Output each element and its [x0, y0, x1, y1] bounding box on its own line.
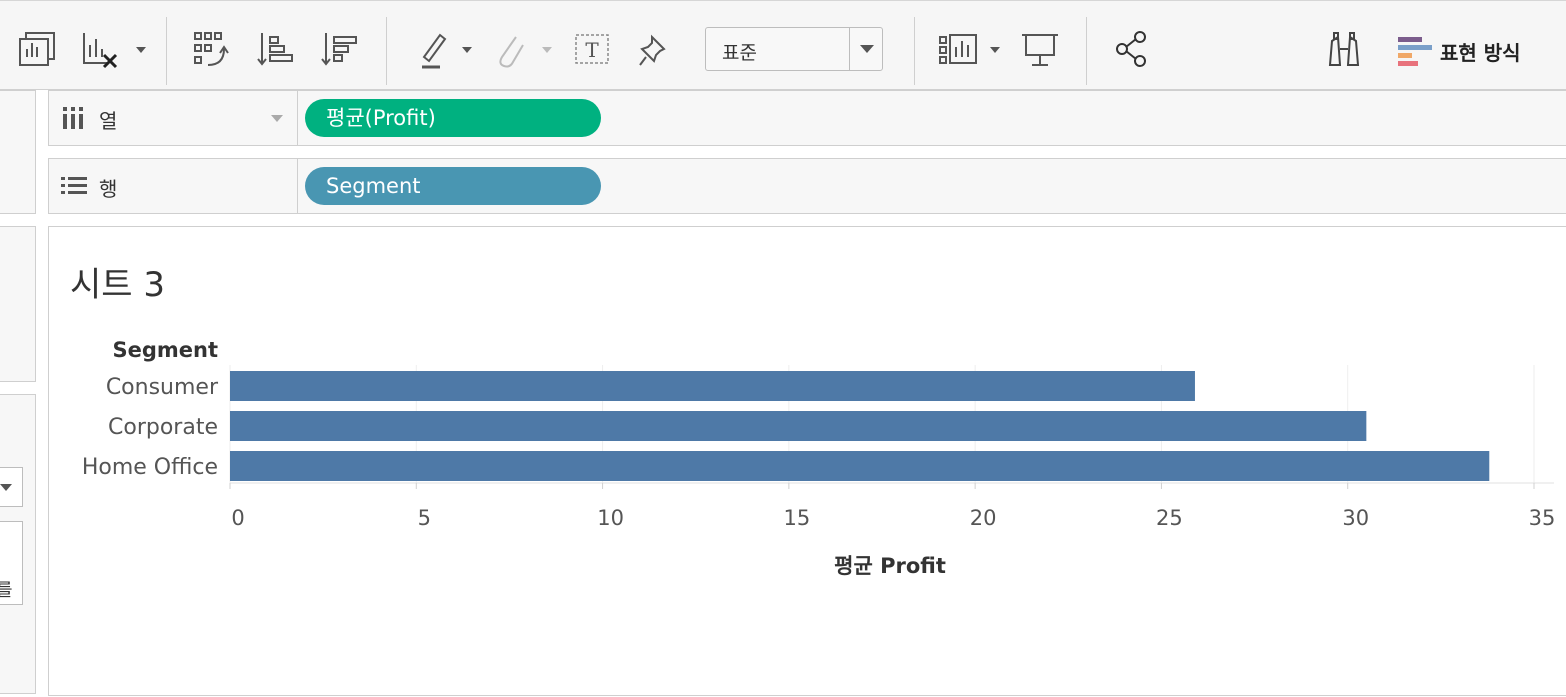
x-tick-label: 15 [783, 506, 810, 530]
x-tick-label: 35 [1529, 506, 1556, 530]
clear-dropdown-caret[interactable] [136, 47, 146, 53]
chevron-down-icon [860, 45, 874, 53]
category-label: Home Office [82, 455, 218, 480]
columns-icon [63, 107, 83, 129]
shelf-divider [297, 159, 298, 213]
category-label: Consumer [106, 375, 219, 400]
shelf-divider [297, 91, 298, 145]
highlight-dropdown-caret[interactable] [462, 47, 472, 53]
rows-shelf-label: 행 [99, 177, 118, 201]
left-panel-marks: 를 [0, 394, 36, 694]
category-label: Corporate [108, 415, 218, 440]
attach-icon [488, 27, 532, 71]
columns-shelf-label: 열 [99, 109, 118, 133]
show-me-icon [1398, 37, 1432, 66]
x-tick-label: 5 [418, 506, 431, 530]
share-icon[interactable] [1110, 27, 1154, 71]
toolbar-divider [166, 17, 167, 85]
marks-card-label: 를 [0, 576, 13, 602]
group-members-icon[interactable] [190, 27, 234, 71]
toolbar: T 표준 표현 방식 [0, 0, 1566, 90]
sort-descending-icon[interactable] [318, 27, 362, 71]
chevron-down-icon [0, 484, 12, 491]
left-panel-top [0, 90, 36, 214]
mark-type-select[interactable] [0, 467, 23, 507]
toolbar-divider [386, 17, 387, 85]
x-tick-label: 10 [597, 506, 624, 530]
bar-chart: Segment Consumer Corporate Home Office 0 5 10 1… [82, 338, 1556, 578]
rows-icon [61, 177, 87, 194]
rows-pill-segment[interactable]: Segment [305, 167, 601, 205]
toolbar-divider [914, 17, 915, 85]
x-axis-title: 평균 Profit [834, 554, 946, 578]
show-mark-labels-icon[interactable]: T [570, 27, 614, 71]
bar-corporate [230, 411, 1367, 441]
fit-select-divider [849, 28, 850, 70]
svg-text:T: T [585, 38, 599, 62]
highlight-icon[interactable] [412, 27, 456, 71]
show-cards-dropdown-caret[interactable] [990, 47, 1000, 53]
columns-pill-avg-profit[interactable]: 평균(Profit) [305, 99, 601, 137]
clear-sheet-icon[interactable] [78, 27, 122, 71]
sort-ascending-icon[interactable] [254, 27, 298, 71]
binoculars-icon[interactable] [1322, 27, 1366, 71]
show-me-label: 표현 방식 [1440, 41, 1521, 65]
x-tick-label: 25 [1156, 506, 1183, 530]
fit-select[interactable]: 표준 [705, 27, 883, 71]
toolbar-divider [1086, 17, 1087, 85]
bar-home-office [230, 451, 1490, 481]
left-panel-mid [0, 226, 36, 382]
x-tick-label: 20 [970, 506, 997, 530]
show-cards-icon[interactable] [936, 27, 980, 71]
worksheet-view: 시트 3 Segment Consumer Corporate Home Office… [48, 226, 1566, 696]
chevron-down-icon[interactable] [271, 115, 283, 122]
fit-select-value: 표준 [722, 42, 757, 64]
x-tick-label: 30 [1342, 506, 1369, 530]
attach-dropdown-caret [542, 47, 552, 53]
columns-shelf[interactable]: 열 평균(Profit) [48, 90, 1566, 146]
pin-axes-icon[interactable] [632, 27, 676, 71]
row-header-label: Segment [112, 338, 218, 362]
x-tick-label: 0 [231, 506, 244, 530]
bar-consumer [230, 371, 1195, 401]
presentation-mode-icon[interactable] [1018, 27, 1062, 71]
rows-shelf[interactable]: 행 Segment [48, 158, 1566, 214]
new-worksheet-icon[interactable] [16, 27, 60, 71]
marks-card-button[interactable]: 를 [0, 521, 23, 605]
